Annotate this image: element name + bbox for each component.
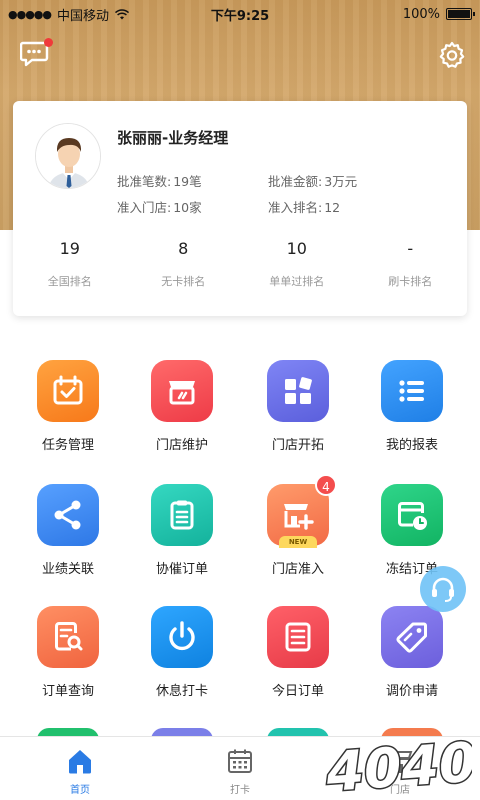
admission-rank: 准入排名: 12	[268, 200, 341, 215]
grid-item-price-adjustment[interactable]: 调价申请	[352, 606, 472, 699]
blocks-icon	[267, 360, 329, 422]
grid-item-performance-link[interactable]: 业绩关联	[8, 484, 128, 577]
checklist-icon	[267, 606, 329, 668]
message-button[interactable]	[19, 38, 53, 68]
grid-item-order-query[interactable]: 订单查询	[8, 606, 128, 699]
calendar-check-icon	[37, 360, 99, 422]
settings-button[interactable]	[438, 41, 466, 69]
stat-national-rank[interactable]: 19 全国排名	[13, 237, 127, 289]
tag-icon	[381, 606, 443, 668]
share-icon	[37, 484, 99, 546]
approved-amount: 批准金额: 3万元	[268, 174, 358, 189]
status-right: 100%	[402, 6, 475, 22]
list-icon	[381, 360, 443, 422]
clipboard-icon	[151, 484, 213, 546]
unread-dot	[44, 38, 53, 47]
grid-item-store-admission[interactable]: 4 NEW 门店准入	[238, 474, 358, 577]
stat-single-pass-rank[interactable]: 10 单单过排名	[240, 237, 354, 289]
admitted-stores: 准入门店: 10家	[117, 200, 202, 215]
store-icon	[387, 751, 413, 773]
grid-item-collection-orders[interactable]: 协催订单	[122, 484, 242, 577]
tab-home[interactable]: 首页	[0, 737, 160, 800]
rank-stats: 19 全国排名 8 无卡排名 10 单单过排名 - 刷卡排名	[13, 237, 467, 289]
signal-icon: ●●●●●	[8, 7, 52, 21]
grid-item-rest-checkin[interactable]: 休息打卡	[122, 606, 242, 699]
grid-item-frozen-orders[interactable]: 冻结订单	[352, 484, 472, 577]
calendar-icon	[228, 749, 252, 773]
tab-checkin[interactable]: 打卡	[160, 737, 320, 800]
bottom-tab-bar: 首页 打卡 门店	[0, 736, 480, 800]
store-add-icon: 4 NEW	[267, 474, 337, 548]
avatar	[35, 123, 101, 189]
tab-stores[interactable]: 门店	[320, 737, 480, 800]
customer-service-button[interactable]	[420, 566, 466, 612]
document-search-icon	[37, 606, 99, 668]
gear-icon	[439, 41, 465, 68]
stat-card-swipe-rank[interactable]: - 刷卡排名	[354, 237, 468, 289]
user-name-title: 张丽丽-业务经理	[117, 129, 229, 147]
store-wrench-icon	[151, 360, 213, 422]
store-admission-badge: 4	[315, 474, 337, 496]
grid-item-task-management[interactable]: 任务管理	[8, 360, 128, 453]
carrier-label: 中国移动	[57, 8, 110, 24]
grid-item-store-maintenance[interactable]: 门店维护	[122, 360, 242, 453]
battery-icon	[446, 8, 475, 20]
grid-item-store-expansion[interactable]: 门店开拓	[238, 360, 358, 453]
power-icon	[151, 606, 213, 668]
status-bar: ●●●●● 中国移动 下午9:25 100%	[0, 0, 480, 28]
new-tag: NEW	[279, 536, 317, 548]
stat-cardless-rank[interactable]: 8 无卡排名	[127, 237, 241, 289]
home-icon	[69, 750, 91, 774]
approved-count: 批准笔数: 19笔	[117, 174, 202, 189]
grid-item-today-orders[interactable]: 今日订单	[238, 606, 358, 699]
profile-card: 张丽丽-业务经理 批准笔数: 19笔 批准金额: 3万元 准入门店: 10家 准入排名…	[13, 101, 467, 316]
wifi-icon	[115, 8, 130, 19]
calendar-clock-icon	[381, 484, 443, 546]
grid-item-my-reports[interactable]: 我的报表	[352, 360, 472, 453]
status-left: ●●●●● 中国移动	[8, 5, 130, 24]
battery-percent: 100%	[402, 6, 440, 22]
headset-icon	[432, 577, 454, 602]
